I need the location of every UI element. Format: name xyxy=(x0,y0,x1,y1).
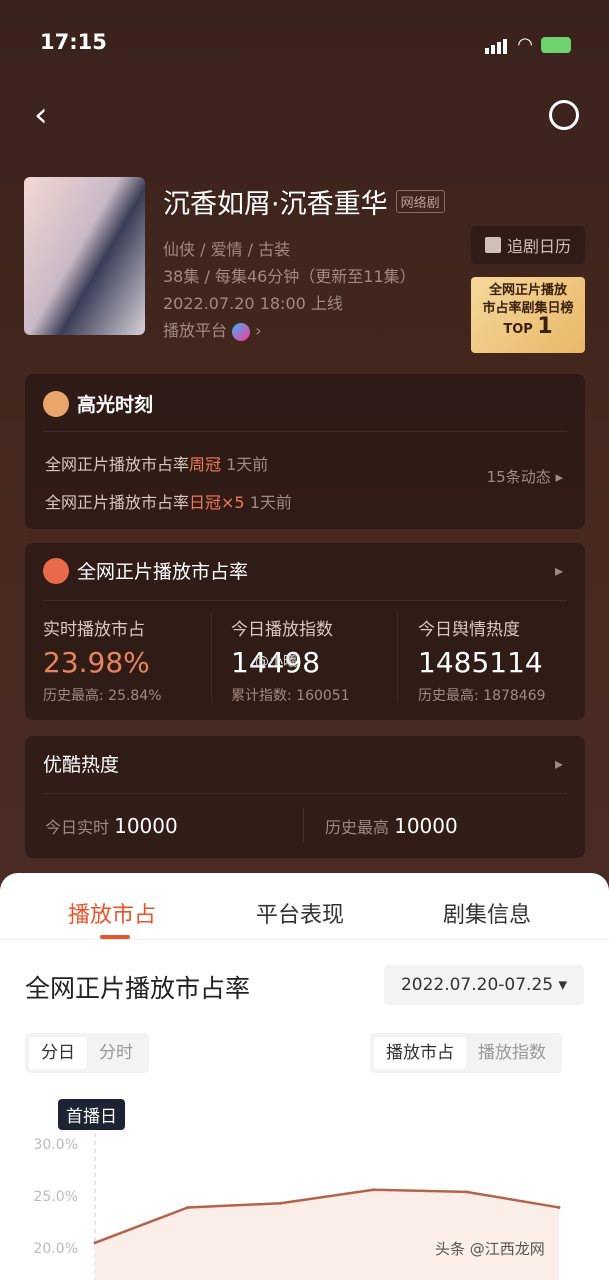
watermark: @小曦 xyxy=(255,654,297,670)
section-title: 全网正片播放市占率 xyxy=(25,974,251,1003)
stat-value: 1485114 xyxy=(418,646,543,679)
area-fill xyxy=(95,1189,559,1280)
genre: 古装 xyxy=(258,240,291,259)
today-value: 10000 xyxy=(114,814,178,838)
y-tick-label: 20.0% xyxy=(34,1241,78,1257)
data-point[interactable] xyxy=(279,1201,283,1205)
bottom-sheet: 播放市占 平台表现 剧集信息 全网正片播放市占率 2022.07.20-07.2… xyxy=(0,873,609,1280)
tab-market-share[interactable]: 播放市占 xyxy=(68,897,156,929)
platform-link[interactable]: 播放平台 › xyxy=(163,317,416,344)
trend-icon xyxy=(43,557,69,584)
genre: 爱情 xyxy=(210,240,243,259)
stat-sub: 累计指数: 160051 xyxy=(231,688,350,704)
youku-icon xyxy=(232,322,251,341)
tab-drama-info[interactable]: 剧集信息 xyxy=(443,897,531,929)
back-icon[interactable]: ‹ xyxy=(34,95,48,135)
rank-line: 市占率剧集日榜 xyxy=(482,301,574,316)
stat-label: 今日舆情热度 xyxy=(418,620,520,640)
data-point[interactable] xyxy=(464,1190,468,1194)
type-tag: 网络剧 xyxy=(395,190,445,213)
stat-sub: 历史最高: 25.84% xyxy=(43,688,162,704)
stat-value: 23.98% xyxy=(43,646,150,679)
rank-number: 1 xyxy=(537,314,553,339)
calendar-label: 追剧日历 xyxy=(506,237,571,256)
expand-arrow-icon[interactable]: ▸ xyxy=(555,561,563,580)
calendar-button[interactable]: 追剧日历 xyxy=(471,226,585,264)
y-tick-label: 30.0% xyxy=(34,1137,78,1153)
seg-daily[interactable]: 分日 xyxy=(29,1037,87,1069)
seg-hourly[interactable]: 分时 xyxy=(87,1037,145,1069)
rank-badge[interactable]: 全网正片播放 市占率剧集日榜 TOP 1 xyxy=(471,277,585,353)
drama-title: 沉香如屑·沉香重华 xyxy=(163,189,388,220)
seg-index[interactable]: 播放指数 xyxy=(466,1037,558,1069)
expand-arrow-icon[interactable]: ▸ xyxy=(555,754,563,773)
release-time: 2022.07.20 18:00 上线 xyxy=(163,294,343,313)
first-air-tooltip: 首播日 xyxy=(58,1099,125,1130)
highlight-time: 1天前 xyxy=(226,455,269,474)
today-label: 今日实时 xyxy=(45,818,110,837)
data-point[interactable] xyxy=(186,1205,190,1209)
seg-share[interactable]: 播放市占 xyxy=(374,1037,466,1069)
date-range-select[interactable]: 2022.07.20-07.25 ▾ xyxy=(384,965,584,1005)
tab-platform[interactable]: 平台表现 xyxy=(256,897,344,929)
more-updates-link[interactable]: 15条动态 ▸ xyxy=(487,466,563,487)
highlight-text: 全网正片播放市占率 xyxy=(45,455,190,474)
highlight-accent: 日冠×5 xyxy=(189,493,245,512)
poster-image[interactable] xyxy=(24,177,145,335)
data-point[interactable] xyxy=(371,1188,375,1192)
stat-sub: 历史最高: 1878469 xyxy=(418,688,546,704)
episode-length: 每集46分钟（更新至11集） xyxy=(214,267,416,286)
stat-label: 今日播放指数 xyxy=(231,620,333,640)
calendar-icon xyxy=(484,237,501,253)
highlight-item[interactable]: 全网正片播放市占率日冠×5 1天前 xyxy=(45,484,292,522)
battery-icon xyxy=(541,36,571,53)
platform-label: 播放平台 xyxy=(163,321,228,340)
signal-icon xyxy=(485,35,509,54)
highlight-item[interactable]: 全网正片播放市占率周冠 1天前 xyxy=(45,446,292,484)
status-time: 17:15 xyxy=(40,30,107,54)
highlight-accent: 周冠 xyxy=(189,455,222,474)
wifi-icon: ◠ xyxy=(517,34,533,55)
genre: 仙侠 xyxy=(163,240,196,259)
youku-title[interactable]: 优酷热度 xyxy=(43,750,119,777)
hist-label: 历史最高 xyxy=(325,818,390,837)
youku-heat-card: 优酷热度 ▸ 今日实时 10000 历史最高 10000 xyxy=(25,736,585,858)
rank-line: 全网正片播放 xyxy=(488,283,567,298)
share-icon[interactable] xyxy=(549,100,579,130)
data-point[interactable] xyxy=(557,1205,561,1209)
medal-icon xyxy=(43,390,69,417)
episodes: 38集 xyxy=(163,267,200,286)
market-share-card: 全网正片播放市占率 ▸ 实时播放市占 23.98% 历史最高: 25.84% 今… xyxy=(25,543,585,720)
highlights-card: 高光时刻 全网正片播放市占率周冠 1天前 全网正片播放市占率日冠×5 1天前 1… xyxy=(25,374,585,529)
highlight-text: 全网正片播放市占率 xyxy=(45,493,190,512)
footer-watermark: 头条 @江西龙网 xyxy=(435,1240,545,1258)
share-title[interactable]: 全网正片播放市占率 xyxy=(77,557,248,584)
y-tick-label: 25.0% xyxy=(34,1189,78,1205)
data-point[interactable] xyxy=(93,1241,97,1245)
rank-top: TOP xyxy=(503,322,533,337)
status-icons: ◠ xyxy=(485,34,571,55)
hist-value: 10000 xyxy=(394,814,458,838)
stat-label: 实时播放市占 xyxy=(43,620,145,640)
highlight-time: 1天前 xyxy=(249,493,292,512)
highlights-title: 高光时刻 xyxy=(77,394,154,416)
genres: 仙侠 / 爱情 / 古装 xyxy=(163,240,291,259)
